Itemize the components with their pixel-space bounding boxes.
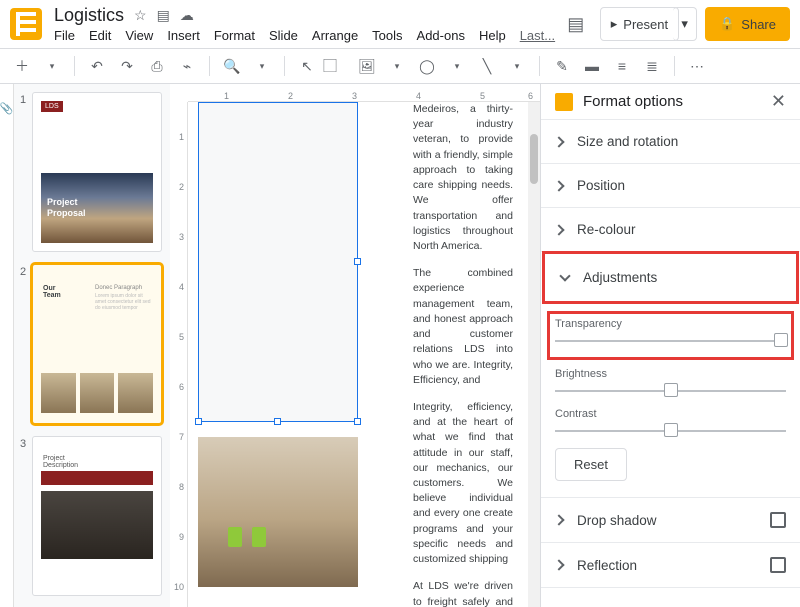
border-weight-button[interactable]: ≡: [610, 54, 634, 78]
menu-edit[interactable]: Edit: [89, 28, 111, 43]
move-icon[interactable]: ▤: [157, 7, 170, 24]
filmstrip: 1 LDS Project Proposal 2 Our Team Donec …: [14, 84, 170, 607]
close-icon[interactable]: ✕: [771, 91, 786, 112]
menu-tools[interactable]: Tools: [372, 28, 402, 43]
menu-view[interactable]: View: [125, 28, 153, 43]
slide-thumb-1[interactable]: LDS Project Proposal: [32, 92, 162, 252]
slides-logo-icon[interactable]: [10, 8, 42, 40]
scrollbar-vertical[interactable]: [528, 102, 540, 607]
section-drop-shadow[interactable]: Drop shadow: [541, 498, 800, 543]
print-button[interactable]: ⎙: [145, 54, 169, 78]
textbox-tool[interactable]: ⃞: [325, 54, 349, 78]
present-dropdown[interactable]: ▾: [673, 7, 697, 41]
chevron-right-icon: [553, 180, 564, 191]
section-adjustments[interactable]: Adjustments: [547, 256, 794, 299]
border-dash-button[interactable]: ≣: [640, 54, 664, 78]
canvas: 1 2 3 4 5 6 1 2 3 4 5 6 7 8 9 10: [170, 84, 540, 607]
selected-image-frame[interactable]: [198, 102, 358, 422]
format-options-sidebar: Format options ✕ Size and rotation Posit…: [540, 84, 800, 607]
slide-thumb-2[interactable]: Our Team Donec Paragraph Lorem ipsum dol…: [32, 264, 162, 424]
menu-file[interactable]: File: [54, 28, 75, 43]
shape-tool[interactable]: ◯: [415, 54, 439, 78]
menu-help[interactable]: Help: [479, 28, 506, 43]
document-name[interactable]: Logistics: [54, 5, 124, 26]
transparency-slider-group: Transparency: [555, 318, 786, 342]
drop-shadow-checkbox[interactable]: [770, 512, 786, 528]
slide-image[interactable]: [198, 437, 358, 587]
share-button[interactable]: 🔒 Share: [705, 7, 790, 41]
menu-last-edit[interactable]: Last...: [520, 28, 555, 43]
transparency-slider[interactable]: [555, 340, 786, 342]
reflection-checkbox[interactable]: [770, 557, 786, 573]
present-button[interactable]: ▸ Present: [600, 7, 679, 41]
titlebar: Logistics ☆ ▤ ☁ File Edit View Insert Fo…: [0, 0, 800, 48]
new-slide-button[interactable]: ＋: [10, 54, 34, 78]
play-icon: ▸: [611, 16, 618, 32]
menu-addons[interactable]: Add-ons: [417, 28, 465, 43]
star-icon[interactable]: ☆: [134, 7, 147, 24]
select-tool[interactable]: ↖: [295, 54, 319, 78]
comments-icon[interactable]: ▤: [560, 8, 592, 40]
toolbar: ＋ ▾ ↶ ↷ ⎙ ⌁ 🔍 ▾ ↖ ⃞ 🖼 ▾ ◯ ▾ ╲ ▾ ✎ ▬ ≡ ≣ …: [0, 48, 800, 84]
undo-button[interactable]: ↶: [85, 54, 109, 78]
side-tab: 📎: [0, 84, 14, 607]
redo-button[interactable]: ↷: [115, 54, 139, 78]
format-options-icon: [555, 93, 573, 111]
chevron-right-icon: [553, 514, 564, 525]
zoom-button[interactable]: 🔍: [220, 54, 244, 78]
sidebar-title: Format options: [583, 93, 761, 110]
new-slide-dropdown[interactable]: ▾: [40, 54, 64, 78]
lock-icon: 🔒: [719, 16, 735, 32]
zoom-dropdown[interactable]: ▾: [250, 54, 274, 78]
slide-text[interactable]: Medeiros, a thirty-year industry veteran…: [413, 102, 513, 607]
ruler-horizontal[interactable]: 1 2 3 4 5 6: [188, 84, 540, 102]
section-reflection[interactable]: Reflection: [541, 543, 800, 588]
chevron-right-icon: [553, 136, 564, 147]
ruler-vertical[interactable]: 1 2 3 4 5 6 7 8 9 10: [170, 102, 188, 607]
cloud-icon[interactable]: ☁: [180, 7, 194, 24]
slide-thumb-3[interactable]: Project Description: [32, 436, 162, 596]
crop-button[interactable]: ✎: [550, 54, 574, 78]
section-recolour[interactable]: Re-colour: [541, 208, 800, 252]
menu-format[interactable]: Format: [214, 28, 255, 43]
paint-format-button[interactable]: ⌁: [175, 54, 199, 78]
contrast-slider[interactable]: [555, 430, 786, 432]
line-tool[interactable]: ╲: [475, 54, 499, 78]
more-button[interactable]: ⋯: [685, 54, 709, 78]
menubar: File Edit View Insert Format Slide Arran…: [54, 28, 560, 43]
section-position[interactable]: Position: [541, 164, 800, 208]
border-color-button[interactable]: ▬: [580, 54, 604, 78]
contrast-slider-group: Contrast: [555, 408, 786, 432]
brightness-slider[interactable]: [555, 390, 786, 392]
image-tool[interactable]: 🖼: [355, 54, 379, 78]
chevron-right-icon: [553, 224, 564, 235]
menu-insert[interactable]: Insert: [167, 28, 200, 43]
section-size-rotation[interactable]: Size and rotation: [541, 120, 800, 164]
chevron-right-icon: [553, 559, 564, 570]
attach-icon[interactable]: 📎: [0, 102, 13, 115]
reset-button[interactable]: Reset: [555, 448, 627, 481]
chevron-down-icon: [559, 270, 570, 281]
brightness-slider-group: Brightness: [555, 368, 786, 392]
menu-arrange[interactable]: Arrange: [312, 28, 358, 43]
menu-slide[interactable]: Slide: [269, 28, 298, 43]
